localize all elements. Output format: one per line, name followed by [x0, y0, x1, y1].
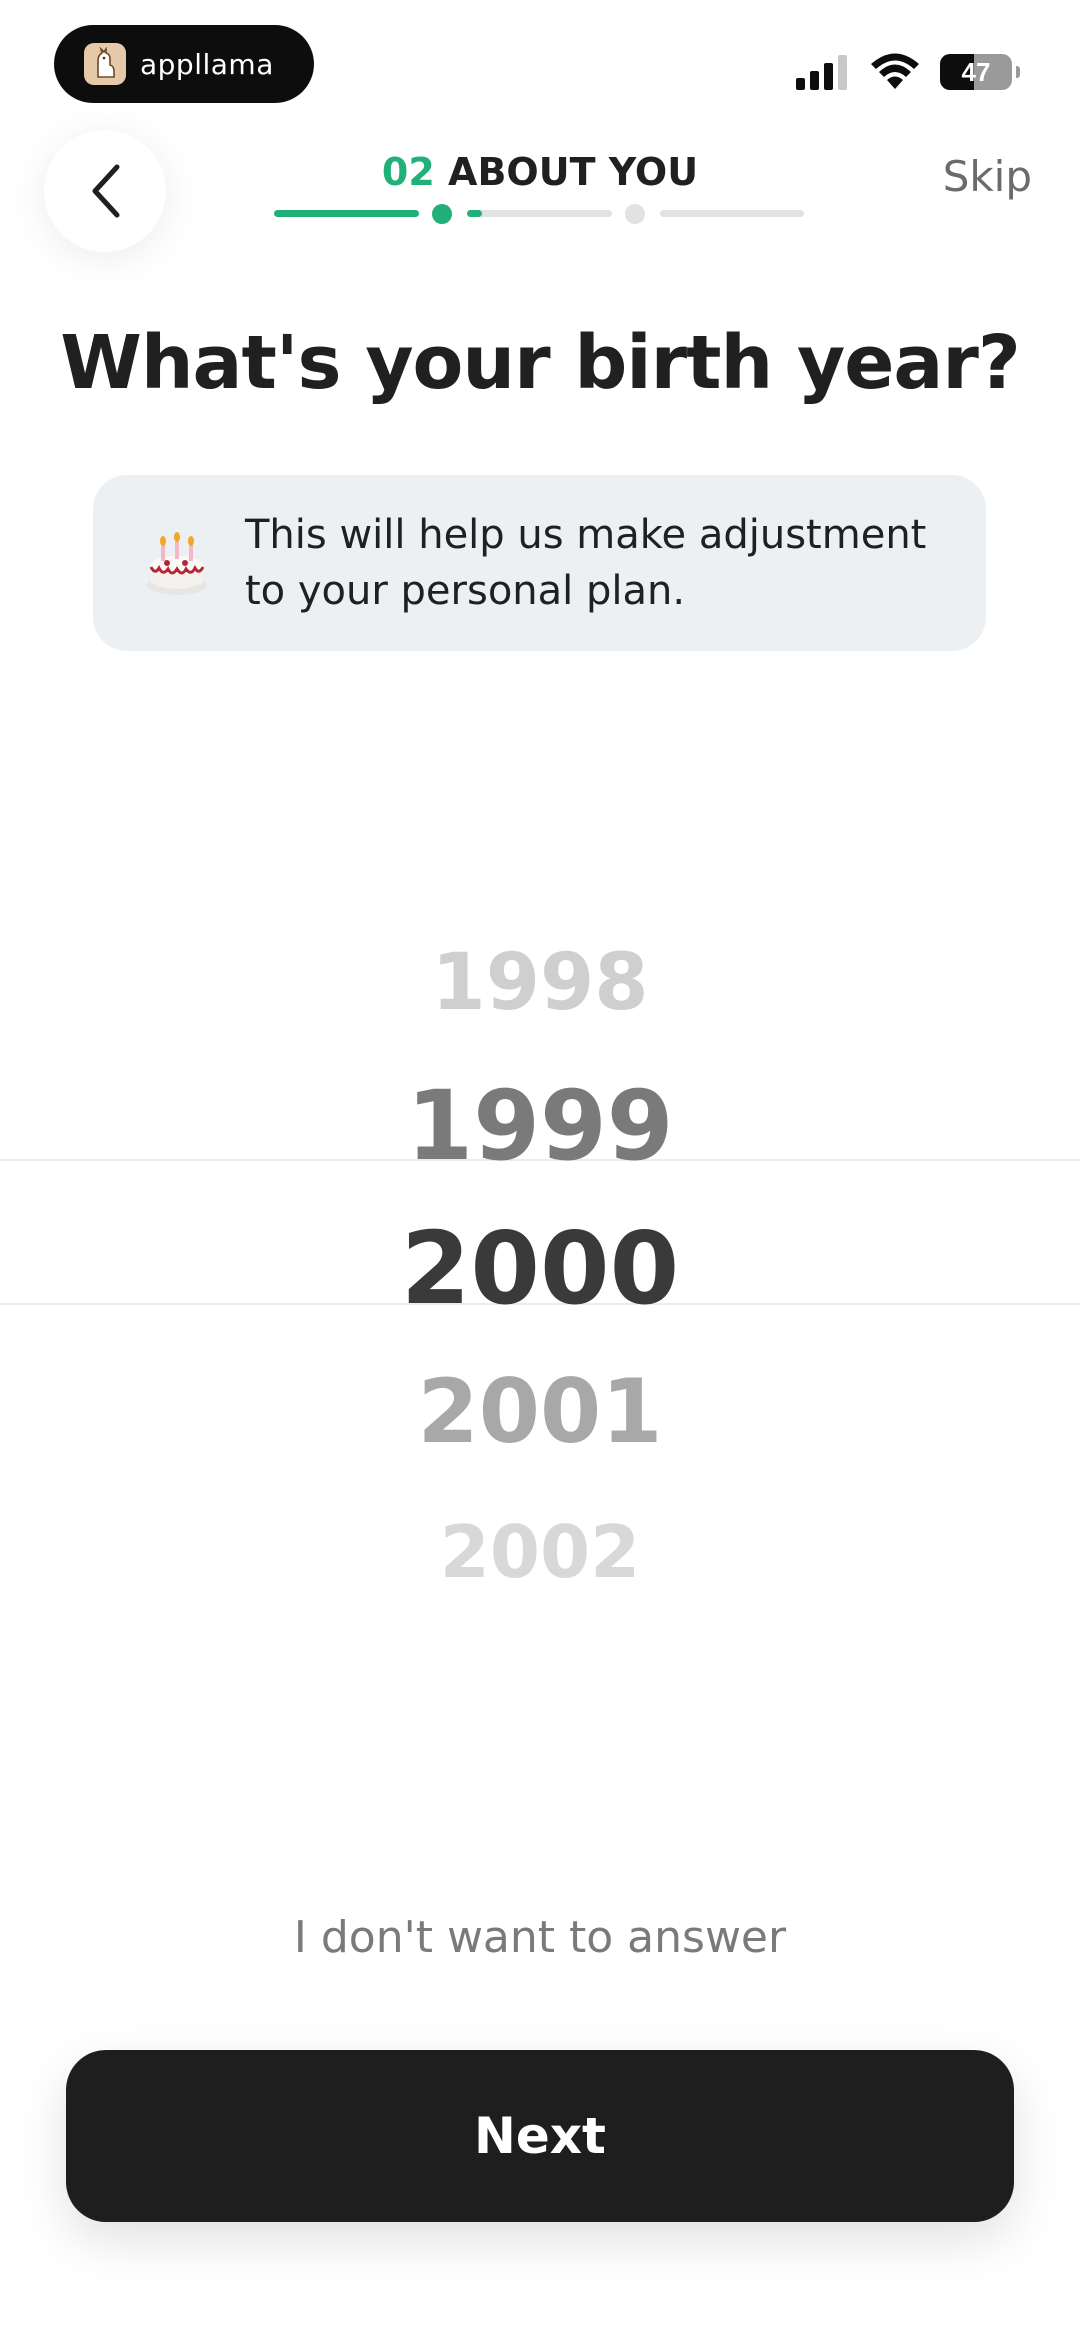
- info-card: This will help us make adjustment to you…: [93, 475, 986, 651]
- status-indicators: 47: [796, 50, 1020, 94]
- progress-dot: [625, 204, 645, 224]
- step-progress: [274, 202, 804, 226]
- app-badge-name: appllama: [140, 47, 274, 81]
- battery-nub: [1016, 66, 1020, 78]
- next-button[interactable]: Next: [66, 2050, 1014, 2222]
- progress-fill: [274, 210, 419, 217]
- year-picker[interactable]: 1998 1999 2000 2001 2002: [0, 880, 1080, 1620]
- year-option-selected[interactable]: 2000: [0, 1210, 1080, 1327]
- llama-logo-icon: [84, 43, 126, 85]
- cellular-signal-icon: [796, 55, 847, 90]
- wifi-icon: [871, 53, 919, 89]
- battery-icon: 47: [940, 54, 1012, 90]
- step-label: ABOUT YOU: [448, 150, 699, 194]
- birthday-cake-icon: [147, 532, 207, 595]
- page-title: What's your birth year?: [60, 320, 1021, 406]
- progress-dot: [432, 204, 452, 224]
- skip-button[interactable]: Skip: [943, 152, 1032, 201]
- decline-answer-link[interactable]: I don't want to answer: [0, 1912, 1080, 1963]
- year-option[interactable]: 1998: [0, 938, 1080, 1028]
- year-option[interactable]: 2001: [0, 1360, 1080, 1463]
- app-badge[interactable]: appllama: [54, 25, 314, 103]
- progress-segment: [467, 210, 612, 217]
- year-option[interactable]: 2002: [0, 1510, 1080, 1594]
- year-option[interactable]: 1999: [0, 1070, 1080, 1182]
- info-text: This will help us make adjustment to you…: [245, 512, 927, 614]
- progress-segment: [274, 210, 419, 217]
- progress-fill: [467, 210, 482, 217]
- step-number: 02: [381, 150, 435, 194]
- progress-segment: [660, 210, 804, 217]
- step-header: 02 ABOUT YOU: [0, 150, 1080, 194]
- battery-level: 47: [961, 56, 991, 87]
